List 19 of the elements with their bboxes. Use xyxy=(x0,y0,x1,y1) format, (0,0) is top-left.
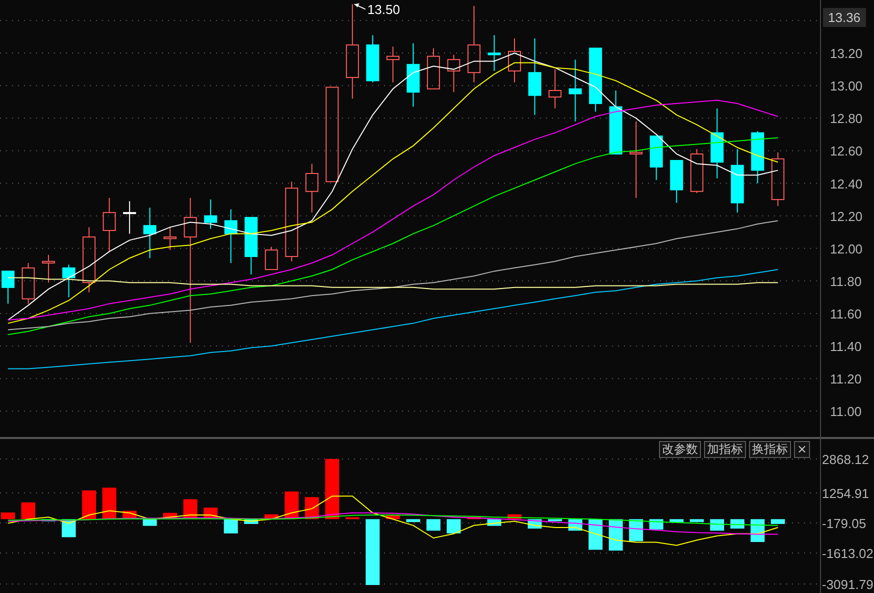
axis-label: 11.60 xyxy=(830,306,862,322)
axis-label: -3091.79 xyxy=(822,577,874,592)
axis-label: 11.00 xyxy=(830,404,862,420)
price-label: 13.50 xyxy=(367,2,400,18)
axis-label: 11.40 xyxy=(830,339,862,354)
axis-label: 12.20 xyxy=(830,208,863,224)
axis-label: 11.80 xyxy=(830,274,862,289)
axis-label: -179.05 xyxy=(822,516,866,531)
axis-label: 12.40 xyxy=(830,176,863,192)
axis-label: 2868.12 xyxy=(822,452,869,467)
axis-label: 1254.91 xyxy=(822,486,869,501)
price-label: 13.36 xyxy=(823,8,866,27)
axis-label: 12.80 xyxy=(830,111,863,126)
axis-label: 11.20 xyxy=(830,372,862,387)
axis-label: 13.00 xyxy=(830,78,863,94)
axis-label: 13.20 xyxy=(830,46,863,62)
axis-label: 12.60 xyxy=(830,144,863,159)
axis-label: 12.00 xyxy=(830,241,863,256)
axis-label: -1613.02 xyxy=(822,546,874,561)
